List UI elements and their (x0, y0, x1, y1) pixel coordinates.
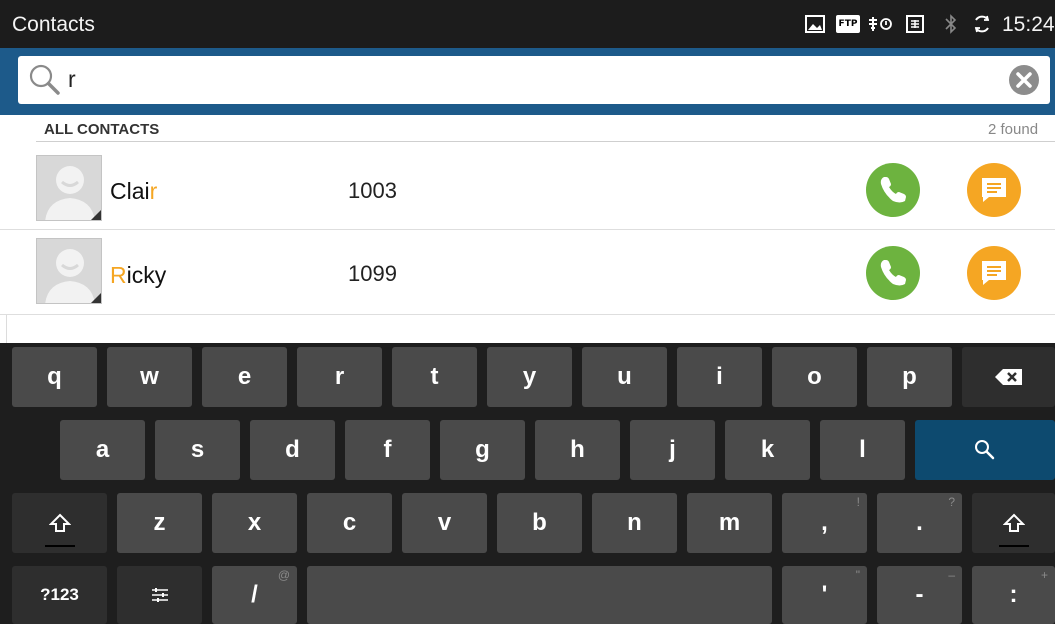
key-b[interactable]: b (497, 493, 582, 553)
key-dash[interactable]: - – (877, 566, 962, 624)
key-f[interactable]: f (345, 420, 430, 480)
key-y[interactable]: y (487, 347, 572, 407)
key-l[interactable]: l (820, 420, 905, 480)
key-n[interactable]: n (592, 493, 677, 553)
key-m[interactable]: m (687, 493, 772, 553)
shift-key-left[interactable] (12, 493, 107, 553)
key-h[interactable]: h (535, 420, 620, 480)
phone-icon (880, 260, 906, 286)
key-k[interactable]: k (725, 420, 810, 480)
result-count: 2 found (988, 121, 1039, 138)
avatar (36, 238, 102, 304)
sync-icon (972, 15, 992, 33)
key-apostrophe[interactable]: ' " (782, 566, 867, 624)
sim-card-icon (906, 15, 924, 33)
key-t[interactable]: t (392, 347, 477, 407)
call-button[interactable] (866, 246, 920, 300)
key-v[interactable]: v (402, 493, 487, 553)
backspace-icon (994, 369, 1022, 385)
search-query[interactable]: r (68, 66, 76, 93)
key-comma[interactable]: ,! (782, 493, 867, 553)
shift-icon (48, 513, 71, 532)
bluetooth-icon (944, 14, 958, 34)
key-e[interactable]: e (202, 347, 287, 407)
message-button[interactable] (967, 246, 1021, 300)
status-bar (0, 0, 1055, 48)
contact-name: Clair (110, 178, 158, 204)
shift-icon (1002, 513, 1025, 532)
key-period[interactable]: .? (877, 493, 962, 553)
symbols-key[interactable]: ?123 (12, 566, 107, 624)
contact-number: 1003 (348, 178, 397, 203)
sliders-icon (151, 588, 168, 602)
chat-icon (982, 178, 1006, 202)
ftp-icon: FTP (836, 15, 860, 33)
key-u[interactable]: u (582, 347, 667, 407)
key-x[interactable]: x (212, 493, 297, 553)
gallery-icon (805, 15, 825, 33)
message-button[interactable] (967, 163, 1021, 217)
key-i[interactable]: i (677, 347, 762, 407)
key-q[interactable]: q (12, 347, 97, 407)
settings-key[interactable] (117, 566, 202, 624)
call-button[interactable] (866, 163, 920, 217)
space-bar[interactable] (307, 566, 772, 624)
key-d[interactable]: d (250, 420, 335, 480)
backspace-key[interactable] (962, 347, 1055, 407)
divider (36, 141, 1055, 142)
contact-number: 1099 (348, 261, 397, 286)
key-w[interactable]: w (107, 347, 192, 407)
key-c[interactable]: c (307, 493, 392, 553)
key-slash[interactable]: / @ (212, 566, 297, 624)
key-o[interactable]: o (772, 347, 857, 407)
search-icon (28, 63, 60, 95)
key-z[interactable]: z (117, 493, 202, 553)
key-g[interactable]: g (440, 420, 525, 480)
search-input[interactable] (18, 56, 1050, 104)
app-title: Contacts (12, 13, 95, 36)
key-r[interactable]: r (297, 347, 382, 407)
contact-name: Ricky (110, 262, 167, 288)
key-p[interactable]: p (867, 347, 952, 407)
search-key[interactable] (915, 420, 1055, 480)
key-s[interactable]: s (155, 420, 240, 480)
divider (6, 315, 7, 343)
phone-icon (880, 177, 906, 203)
usb-debug-icon (867, 15, 893, 33)
shift-key-right[interactable] (972, 493, 1055, 553)
clock: 15:24 (1002, 13, 1055, 36)
key-colon[interactable]: : + (972, 566, 1055, 624)
divider (0, 314, 1055, 315)
key-a[interactable]: a (60, 420, 145, 480)
search-icon (975, 440, 995, 460)
chat-icon (982, 261, 1006, 285)
section-header: ALL CONTACTS (44, 121, 160, 138)
close-circle-icon[interactable] (1008, 64, 1040, 96)
avatar (36, 155, 102, 221)
key-j[interactable]: j (630, 420, 715, 480)
